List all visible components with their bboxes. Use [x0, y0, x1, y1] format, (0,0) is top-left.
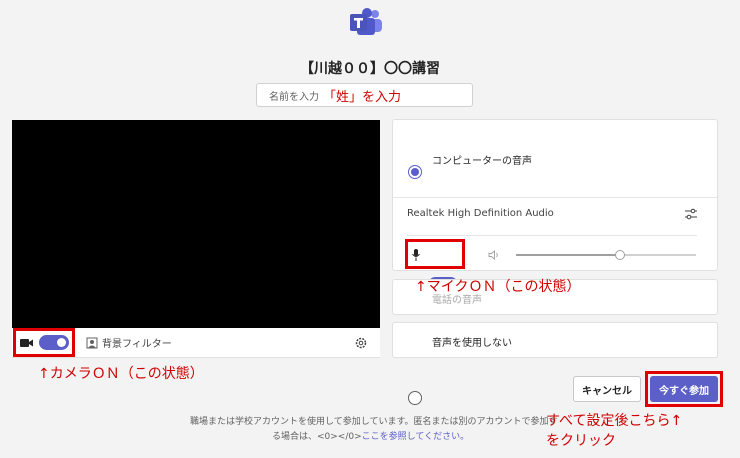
camera-icon	[20, 339, 33, 347]
account-help-link[interactable]: ここを参照してください。	[362, 432, 469, 442]
name-input-placeholder: 名前を入力	[269, 91, 319, 103]
account-notice-prefix: る場合は、<0></0>	[272, 432, 362, 442]
volume-slider[interactable]	[516, 250, 696, 260]
background-filter-button[interactable]: 背景フィルター	[86, 335, 172, 350]
volume-slider-fill	[516, 254, 621, 256]
background-filter-label: 背景フィルター	[102, 339, 172, 350]
meeting-title: 【川越００】〇〇講習	[300, 61, 440, 77]
join-now-button[interactable]: 今すぐ参加	[650, 376, 718, 402]
join-annotation-line1: すべて設定後こちら↑	[546, 413, 683, 429]
computer-audio-label: コンピューターの音声	[432, 156, 532, 167]
microphone-icon	[412, 249, 420, 261]
account-notice: 職場または学校アカウントを使用して参加しています。匿名または別のアカウントで参加…	[190, 415, 558, 445]
background-filter-icon	[86, 337, 98, 348]
no-audio-radio[interactable]	[408, 391, 422, 405]
video-preview	[12, 120, 380, 328]
camera-toggle[interactable]	[39, 335, 69, 350]
device-settings-gear-icon[interactable]	[354, 336, 368, 350]
camera-annotation: ↑カメラＯＮ（この状態）	[38, 366, 204, 382]
speaker-icon	[488, 250, 498, 260]
speaker-device-name[interactable]: Realtek High Definition Audio	[407, 208, 554, 219]
panel-divider	[393, 197, 717, 198]
teams-logo-icon	[350, 8, 382, 35]
no-audio-label: 音声を使用しない	[432, 338, 512, 349]
account-notice-line2: る場合は、<0></0>ここを参照してください。	[190, 430, 558, 445]
account-notice-line1: 職場または学校アカウントを使用して参加しています。匿名または別のアカウントで参加…	[190, 417, 558, 427]
name-input-annotation: 「姓」を入力	[323, 89, 402, 105]
audio-settings-icon[interactable]	[684, 208, 698, 220]
device-divider	[407, 235, 697, 236]
computer-audio-radio[interactable]	[408, 165, 422, 179]
cancel-button[interactable]: キャンセル	[573, 376, 641, 402]
mic-annotation: ↑マイクＯＮ（この状態）	[415, 279, 581, 295]
name-input[interactable]: 名前を入力 「姓」を入力	[256, 83, 473, 107]
